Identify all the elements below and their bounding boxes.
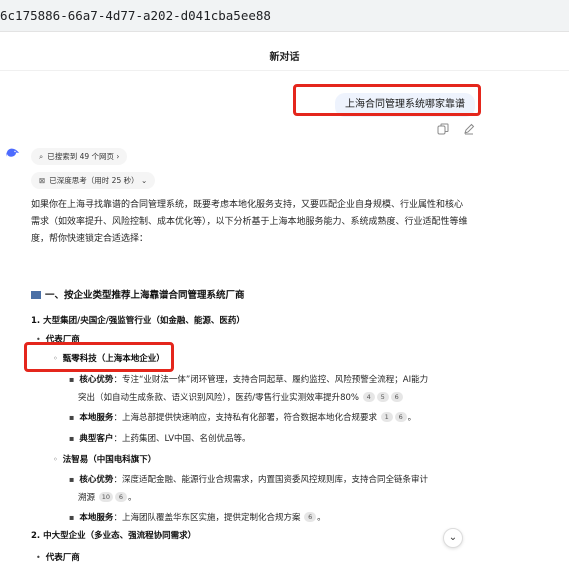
chevron-down-icon: ⌄ bbox=[141, 176, 148, 185]
intro-paragraph: 如果你在上海寻找靠谱的合同管理系统，既要考虑本地化服务支持，又要匹配企业自身规模… bbox=[31, 200, 468, 244]
message-actions bbox=[437, 123, 475, 138]
whale-logo-icon bbox=[6, 145, 20, 159]
chat-title: 新对话 bbox=[269, 52, 300, 63]
list-item: ▪ 核心优势：深度适配金融、能源行业合规需求，内置国资委风控规则库，支持合同全链条… bbox=[69, 475, 428, 485]
chevron-right-icon: › bbox=[116, 152, 120, 161]
deep-think-chip[interactable]: ⊠ 已深度思考（用时 25 秒） ⌄ bbox=[31, 172, 156, 189]
search-icon: ⌕ bbox=[39, 152, 44, 161]
citation-badge[interactable]: 10 bbox=[98, 492, 113, 502]
list-item: ◦ 甄零科技（上海本地企业） bbox=[53, 354, 165, 364]
list-item: • 代表厂商 bbox=[36, 553, 80, 563]
think-icon: ⊠ bbox=[39, 176, 46, 185]
list-item: ▪ 核心优势：专注“业财法一体”闭环管理，支持合同起草、履约监控、风险预警全流程；… bbox=[69, 375, 429, 385]
user-message-bubble: 上海合同管理系统哪家靠谱 bbox=[335, 93, 475, 117]
list-item: ◦ 法智易（中国电科旗下） bbox=[53, 455, 157, 465]
citation-badge[interactable]: 6 bbox=[115, 492, 127, 502]
search-results-chip[interactable]: ⌕ 已搜索到 49 个网页 › bbox=[31, 148, 128, 165]
citation-badge[interactable]: 1 bbox=[380, 412, 393, 422]
scroll-to-bottom-button[interactable]: ⌄ bbox=[443, 528, 463, 548]
list-item-continuation: 溯源 10 6。 bbox=[78, 492, 137, 503]
list-item: ▪ 典型客户：上药集团、LV中国、名创优品等。 bbox=[69, 434, 251, 444]
citation-badge[interactable]: 6 bbox=[304, 512, 317, 522]
list-item-continuation: 突出（如自动生成条款、语义识别风险），医药/零售行业实测效率提升80% 456 bbox=[78, 391, 404, 403]
header-divider bbox=[0, 70, 569, 71]
url-text: 6c175886-66a7-4d77-a202-d041cba5ee88 bbox=[0, 8, 271, 23]
list-item: ▪ 本地服务：上海总部提供快速响应，支持私有化部署，符合数据本地化合规要求 1 6。 bbox=[69, 412, 417, 423]
subheading-mid-enterprises: 2. 中大型企业（多业态、强流程协同需求） bbox=[31, 531, 197, 541]
citation-badge[interactable]: 6 bbox=[394, 412, 407, 422]
subheading-large-enterprises: 1. 大型集团/央国企/强监管行业（如金融、能源、医药） bbox=[31, 316, 245, 326]
copy-icon[interactable] bbox=[437, 123, 449, 138]
address-bar[interactable]: 6c175886-66a7-4d77-a202-d041cba5ee88 bbox=[0, 0, 569, 32]
citation-badge[interactable]: 5 bbox=[376, 392, 389, 402]
edit-icon[interactable] bbox=[463, 123, 475, 138]
citation-badge[interactable]: 6 bbox=[390, 392, 403, 402]
section-heading: 一、按企业类型推荐上海靠谱合同管理系统厂商 bbox=[31, 287, 245, 301]
citation-badge[interactable]: 4 bbox=[362, 392, 375, 402]
list-item: ▪ 本地服务：上海团队覆盖华东区实施，提供定制化合规方案 6。 bbox=[69, 512, 326, 523]
list-item: • 代表厂商 bbox=[36, 335, 80, 345]
chart-emoji-icon bbox=[31, 291, 41, 299]
